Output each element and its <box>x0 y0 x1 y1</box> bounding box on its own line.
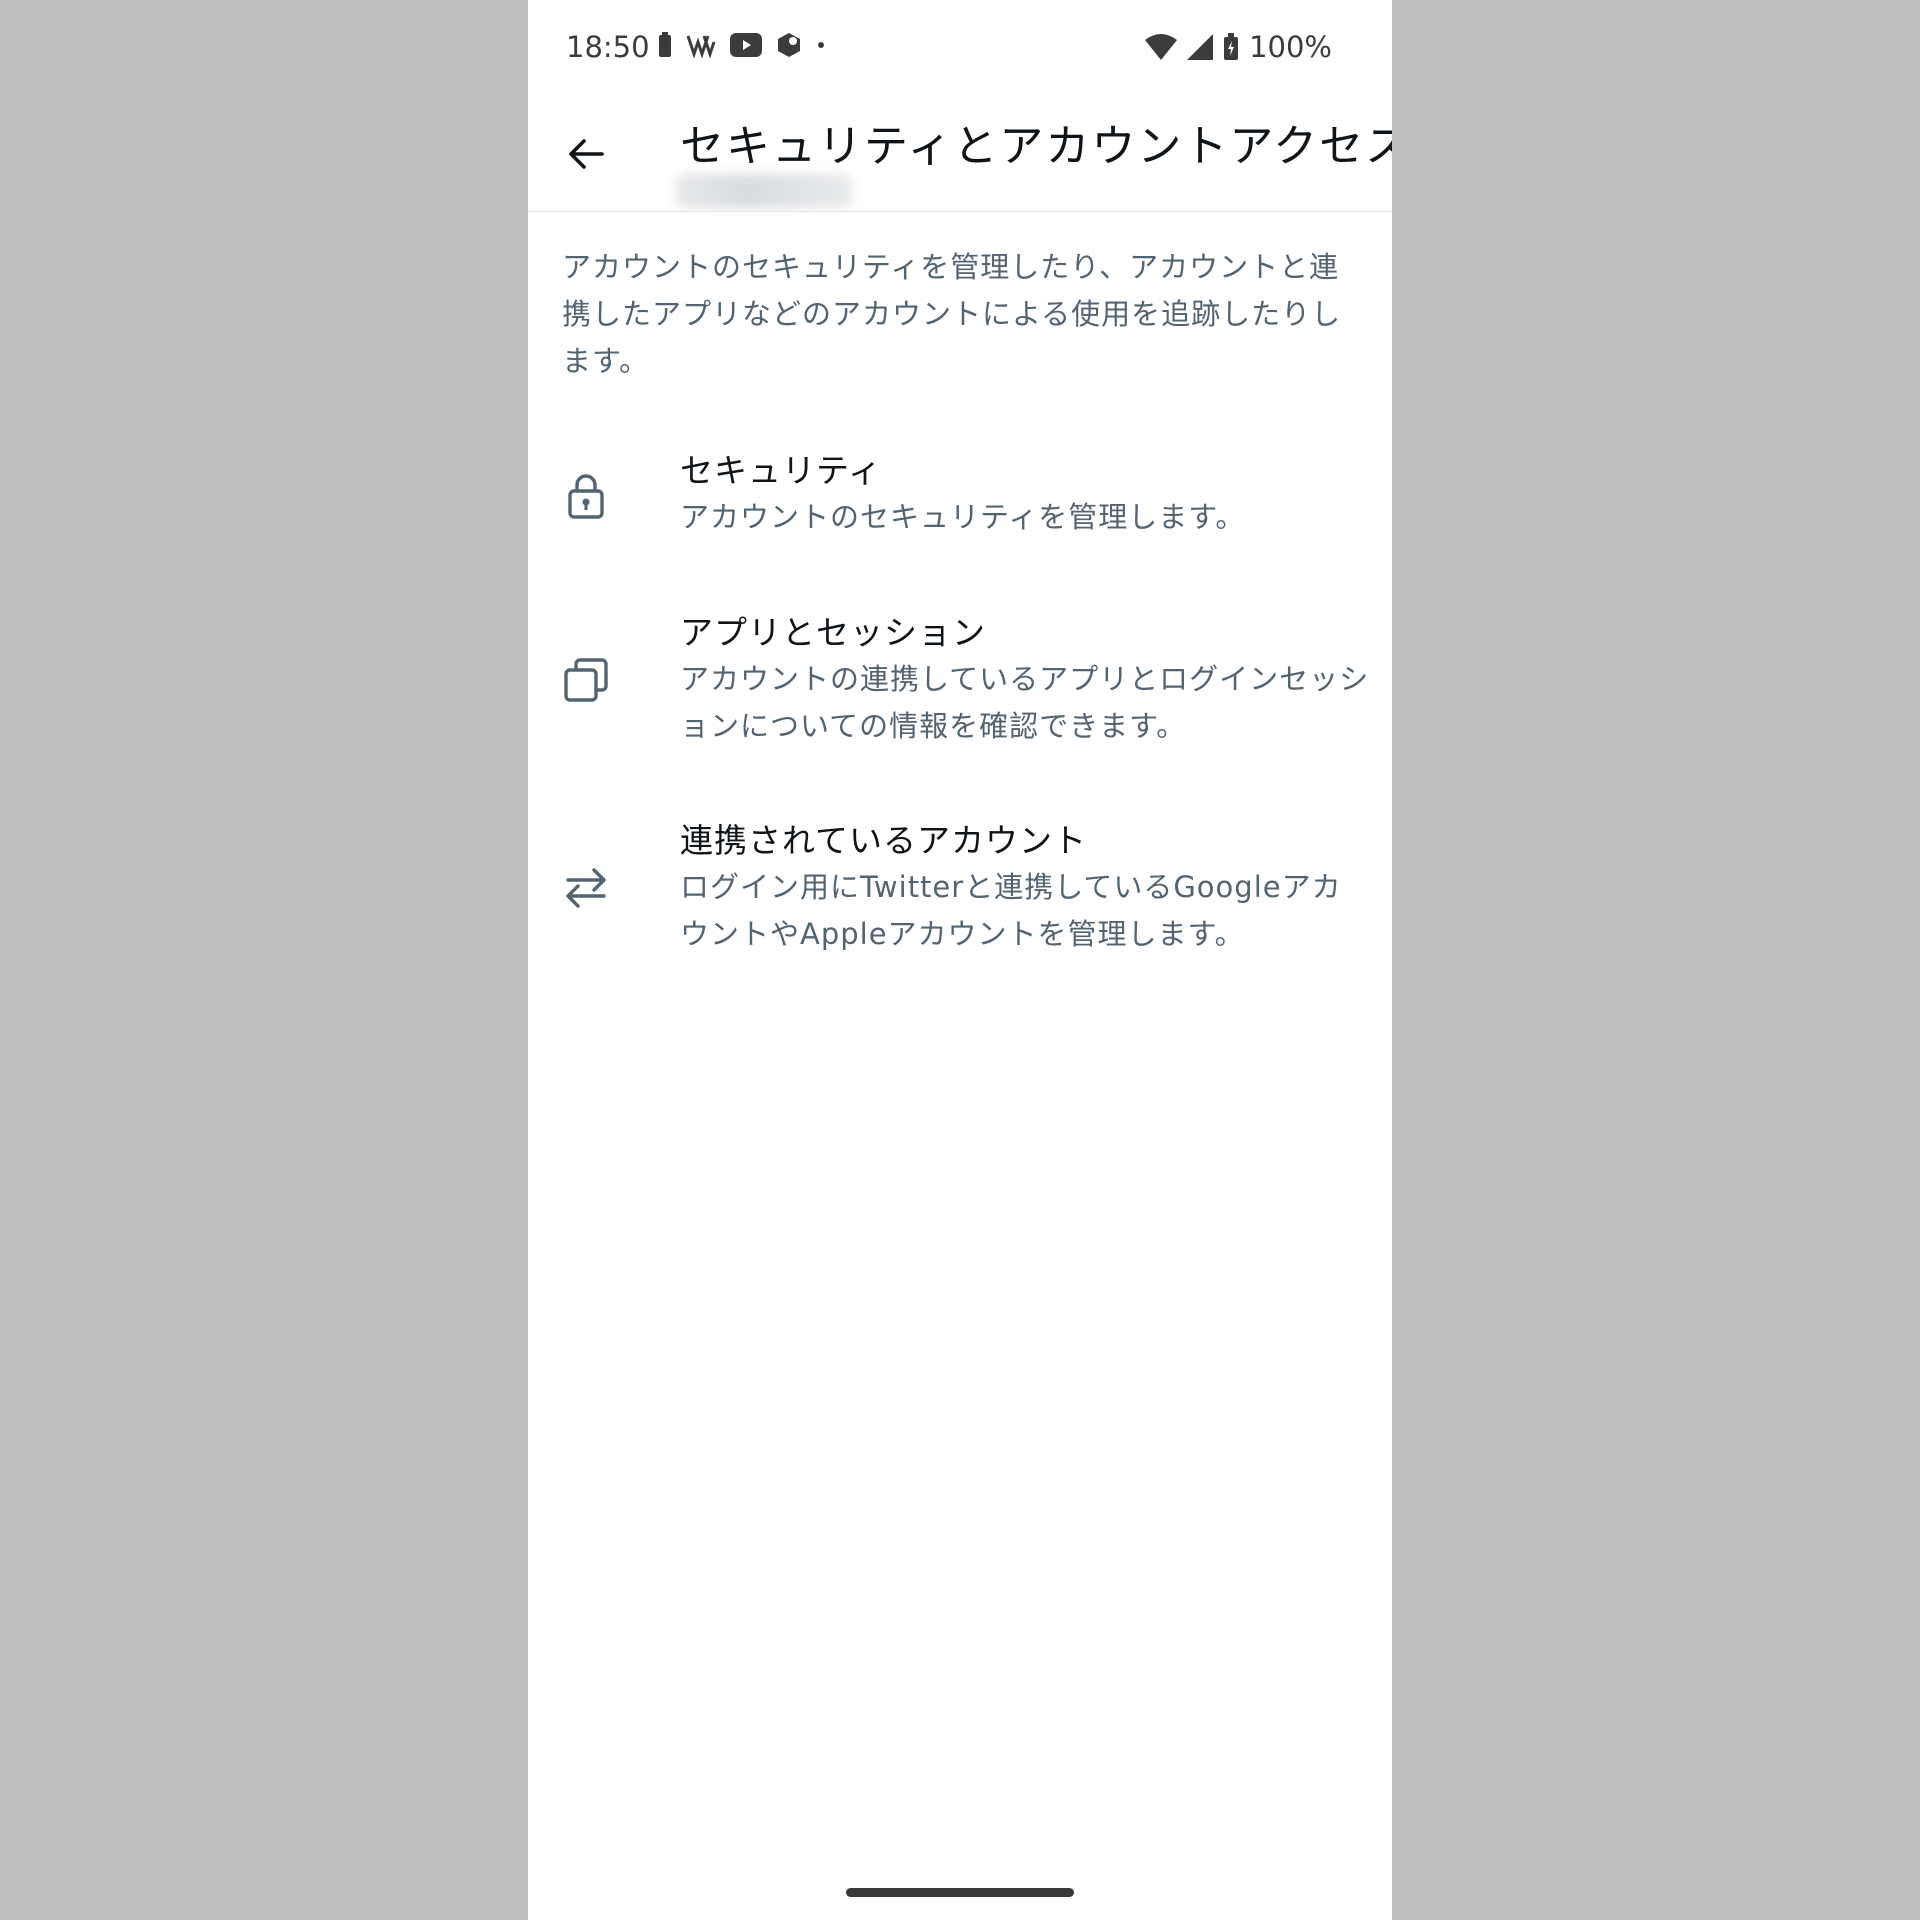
menu-description: アカウントのセキュリティを管理します。 <box>680 500 1246 534</box>
battery-percentage: 100% <box>1249 30 1332 64</box>
youtube-icon <box>730 33 762 57</box>
status-bar: 18:50 100% <box>528 0 1392 96</box>
status-system-icons: 100% <box>1145 30 1332 64</box>
swap-arrows-icon <box>562 864 610 912</box>
menu-item-apps-sessions[interactable]: アプリとセッション アカウントの連携しているアプリとログインセッションについての… <box>528 610 1392 770</box>
notification-app-icon <box>686 35 716 58</box>
app-icon <box>778 33 800 57</box>
menu-title: セキュリティ <box>680 451 883 490</box>
battery-charging-icon <box>1224 33 1239 60</box>
more-dot-icon <box>818 42 824 48</box>
status-time: 18:50 <box>566 30 650 64</box>
menu-description: ログイン用にTwitterと連携しているGoogleアカウントやAppleアカウ… <box>680 870 1342 951</box>
windows-icon <box>562 656 610 704</box>
app-header: セキュリティとアカウントアクセス <box>528 96 1392 212</box>
back-button[interactable] <box>556 124 616 184</box>
menu-text: セキュリティ アカウントのセキュリティを管理します。 <box>680 448 1370 541</box>
menu-description: アカウントの連携しているアプリとログインセッションについての情報を確認できます。 <box>680 662 1370 743</box>
battery-saver-icon <box>659 32 671 57</box>
menu-text: アプリとセッション アカウントの連携しているアプリとログインセッションについての… <box>680 610 1370 750</box>
menu-item-connected-accounts[interactable]: 連携されているアカウント ログイン用にTwitterと連携しているGoogleア… <box>528 818 1392 978</box>
menu-title: 連携されているアカウント <box>680 821 1088 860</box>
status-notification-icons <box>658 32 826 58</box>
menu-item-security[interactable]: セキュリティ アカウントのセキュリティを管理します。 <box>528 448 1392 568</box>
page-description: アカウントのセキュリティを管理したり、アカウントと連携したアプリなどのアカウント… <box>562 250 1342 378</box>
back-arrow-icon <box>569 139 604 169</box>
menu-text: 連携されているアカウント ログイン用にTwitterと連携しているGoogleア… <box>680 818 1370 958</box>
username-redacted <box>676 174 852 208</box>
home-indicator[interactable] <box>846 1888 1074 1897</box>
wifi-icon <box>1145 34 1178 60</box>
phone-screen: 18:50 100% セキュリティとアカウントアクセス アカウントのセキュリティ… <box>528 0 1392 1920</box>
lock-icon <box>562 472 610 520</box>
menu-title: アプリとセッション <box>680 613 986 652</box>
page-title: セキュリティとアカウントアクセス <box>680 121 1392 172</box>
signal-icon <box>1187 34 1214 60</box>
